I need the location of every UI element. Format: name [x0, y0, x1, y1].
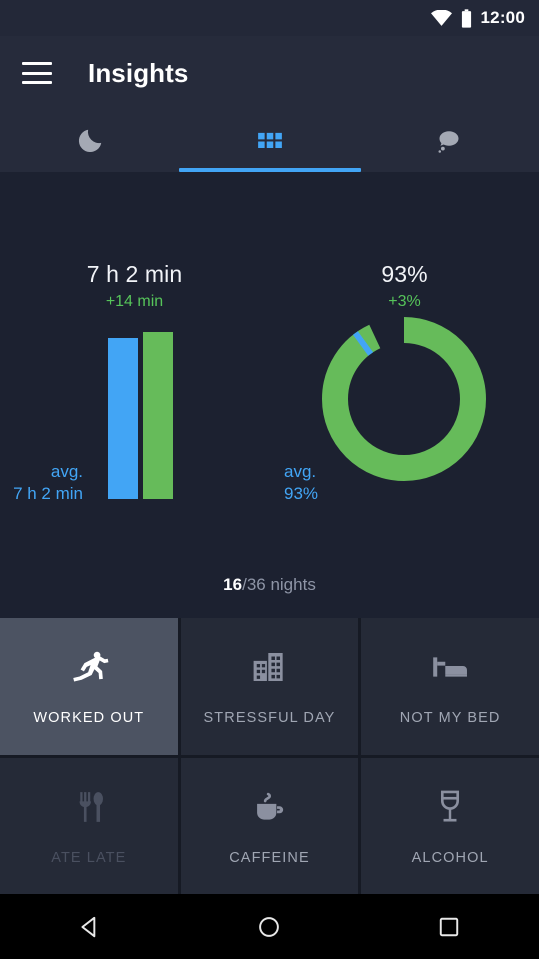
thought-bubble-icon: [438, 131, 459, 153]
tile-alcohol[interactable]: Alcohol: [361, 757, 539, 894]
sleep-quality-stat[interactable]: 93% +3% avg. 93%: [270, 172, 539, 572]
back-triangle-icon: [81, 916, 96, 937]
sleep-duration-value: 7 h 2 min: [86, 261, 183, 287]
moon-icon: [78, 129, 102, 153]
hamburger-menu-icon[interactable]: [22, 62, 52, 84]
buildings-icon: [254, 653, 284, 682]
nights-count: 16: [223, 575, 243, 594]
tab-insights[interactable]: [178, 110, 361, 172]
tile-stressful-day[interactable]: Stressful day: [180, 618, 359, 755]
donut-average-label: avg. 93%: [284, 461, 318, 505]
status-bar-clock: 12:00: [480, 8, 525, 27]
recents-square-icon: [439, 917, 459, 936]
bar-average-label: avg. 7 h 2 min: [13, 461, 83, 505]
battery-full-icon: [461, 8, 471, 28]
donut-average-label-line1: avg.: [284, 462, 317, 481]
tile-label-stressful-day: Stressful day: [203, 710, 336, 727]
page-title: Insights: [88, 57, 189, 88]
tab-sleep[interactable]: [0, 110, 180, 172]
status-bar: 12:00: [0, 0, 539, 36]
stats-row: 7 h 2 min +14 min avg. 7 h 2 min 93% +3%: [0, 172, 539, 572]
sleep-quality-value: 93%: [381, 261, 428, 287]
tab-notes[interactable]: [359, 110, 539, 172]
bar-average: [108, 338, 138, 499]
tab-bar: [0, 110, 539, 172]
tile-ate-late[interactable]: Ate late: [0, 757, 178, 894]
sleep-duration-delta: +14 min: [105, 293, 164, 310]
app-bar: Insights: [0, 36, 539, 110]
android-nav-bar: [0, 894, 539, 959]
nav-recents-button[interactable]: [359, 914, 539, 940]
donut-average-label-line2: 93%: [284, 484, 319, 503]
tag-grid: Worked out Stressful day: [0, 618, 539, 894]
tile-not-my-bed[interactable]: Not my bed: [361, 618, 539, 755]
sleep-duration-stat[interactable]: 7 h 2 min +14 min avg. 7 h 2 min: [0, 172, 269, 572]
donut-value-arc: [322, 317, 486, 481]
sleep-duration-bar-chart: avg. 7 h 2 min: [0, 322, 269, 505]
tile-label-not-my-bed: Not my bed: [399, 710, 501, 727]
nights-total: /36 nights: [242, 575, 316, 594]
sleep-quality-donut-chart: avg. 93%: [270, 317, 539, 505]
bar-average-label-line1: avg.: [50, 462, 83, 481]
nav-back-button[interactable]: [0, 914, 180, 940]
bed-icon: [433, 657, 468, 677]
bar-average-label-line2: 7 h 2 min: [13, 484, 83, 503]
fork-spoon-icon: [79, 791, 103, 822]
nav-home-button[interactable]: [180, 914, 360, 940]
wifi-icon: [430, 10, 452, 26]
nights-counter: 16/36 nights: [0, 575, 539, 595]
tile-label-ate-late: Ate late: [51, 849, 127, 866]
running-person-icon: [73, 652, 109, 682]
tile-worked-out[interactable]: Worked out: [0, 618, 178, 755]
coffee-mug-icon: [257, 792, 284, 820]
donut-svg: [322, 317, 486, 481]
grid-icon: [257, 132, 282, 148]
tile-caffeine[interactable]: Caffeine: [180, 757, 359, 894]
home-circle-icon: [259, 916, 280, 937]
bar-current: [143, 332, 173, 499]
tile-label-worked-out: Worked out: [33, 710, 145, 727]
tile-label-caffeine: Caffeine: [229, 849, 310, 866]
insights-content: 7 h 2 min +14 min avg. 7 h 2 min 93% +3%: [0, 172, 539, 618]
tile-label-alcohol: Alcohol: [411, 849, 489, 866]
phone-screen: 12:00 Insights 7 h 2 min +14 min avg. 7 …: [0, 0, 539, 959]
wine-glass-icon: [441, 790, 460, 822]
